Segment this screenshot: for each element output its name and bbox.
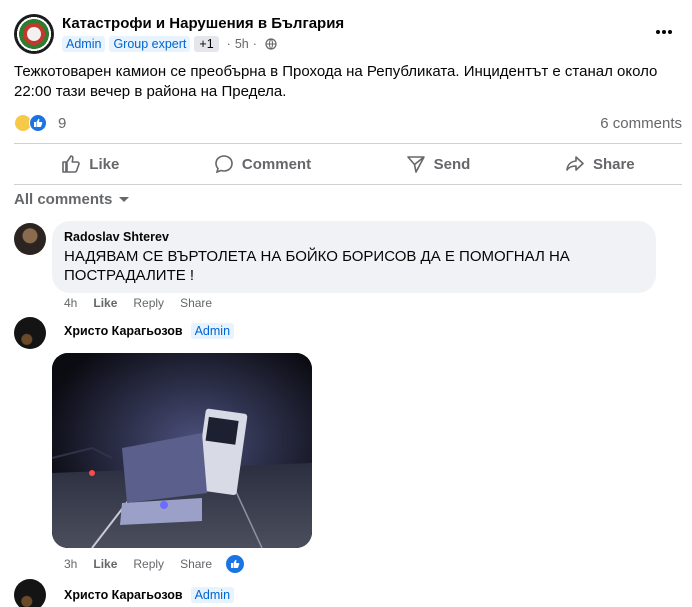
post-text: Тежкотоварен камион се преобърна в Прохо… — [14, 63, 658, 100]
comment-like-button[interactable]: Like — [93, 296, 117, 310]
more-options-button[interactable] — [652, 22, 676, 42]
reaction-count[interactable]: 9 — [58, 115, 66, 132]
comment-like-button[interactable]: Like — [93, 557, 117, 571]
comments-filter-label: All comments — [14, 191, 113, 208]
like-reaction-icon — [29, 114, 47, 132]
comment-label: Comment — [241, 155, 312, 173]
comment-share-button[interactable]: Share — [180, 557, 212, 571]
comment-bubble: Radoslav Shterev НАДЯВАМ СЕ ВЪРТОЛЕТА НА… — [52, 221, 656, 293]
group-expert-badge[interactable]: Group expert — [109, 36, 191, 52]
share-label: Share — [592, 155, 635, 173]
admin-badge[interactable]: Admin — [62, 36, 106, 52]
reactions-summary: 9 6 comments — [14, 112, 682, 134]
share-button[interactable]: Share — [555, 147, 645, 181]
group-name[interactable]: Катастрофи и Нарушения в България — [62, 15, 344, 32]
overturned-truck-photo — [52, 353, 312, 548]
post-meta: Admin Group expert +1 · 5h · — [62, 35, 277, 53]
send-button[interactable]: Send — [396, 147, 481, 181]
comment-share-button[interactable]: Share — [180, 296, 212, 310]
avatar[interactable] — [14, 223, 46, 255]
comment-actions: 3h Like Reply Share — [64, 557, 212, 571]
comment-reply-button[interactable]: Reply — [133, 296, 164, 310]
like-icon — [62, 155, 81, 173]
comment-photo[interactable] — [52, 353, 312, 548]
like-button[interactable]: Like — [51, 147, 129, 181]
divider — [14, 184, 682, 185]
comment-button[interactable]: Comment — [204, 147, 321, 181]
comment-author-row: Христо Карагьозов Admin — [64, 321, 235, 341]
post-header: Катастрофи и Нарушения в България Admin … — [14, 12, 678, 56]
send-icon — [406, 156, 425, 173]
comment-author-row: Христо Карагьозов Admin — [64, 585, 235, 605]
more-icon — [656, 30, 672, 34]
comments-filter[interactable]: All comments — [14, 191, 130, 208]
admin-badge: Admin — [190, 587, 235, 603]
chevron-down-icon — [119, 196, 130, 202]
globe-icon — [265, 38, 277, 50]
group-avatar[interactable] — [14, 14, 54, 54]
post-actions: Like Comment Send Share — [14, 146, 682, 182]
like-label: Like — [89, 155, 120, 173]
send-label: Send — [433, 155, 471, 173]
comment-author[interactable]: Христо Карагьозов — [64, 324, 183, 338]
extra-badges[interactable]: +1 — [194, 36, 219, 52]
divider — [14, 143, 682, 144]
avatar[interactable] — [14, 579, 46, 607]
comment-time[interactable]: 3h — [64, 557, 77, 571]
admin-badge: Admin — [190, 323, 235, 339]
reaction-icons[interactable] — [14, 112, 54, 134]
comment-count[interactable]: 6 comments — [600, 115, 682, 132]
avatar[interactable] — [14, 317, 46, 349]
comment-time[interactable]: 4h — [64, 296, 77, 310]
comment-text: НАДЯВАМ СЕ ВЪРТОЛЕТА НА БОЙКО БОРИСОВ ДА… — [64, 248, 570, 284]
post-time[interactable]: 5h — [235, 37, 249, 51]
comment-actions: 4h Like Reply Share — [64, 296, 212, 310]
comment-author[interactable]: Radoslav Shterev — [64, 230, 644, 244]
comment-like-reaction-icon[interactable] — [226, 555, 244, 573]
share-icon — [566, 156, 584, 171]
comment-reply-button[interactable]: Reply — [133, 557, 164, 571]
comment-author[interactable]: Христо Карагьозов — [64, 588, 183, 602]
comment-icon — [215, 155, 233, 174]
